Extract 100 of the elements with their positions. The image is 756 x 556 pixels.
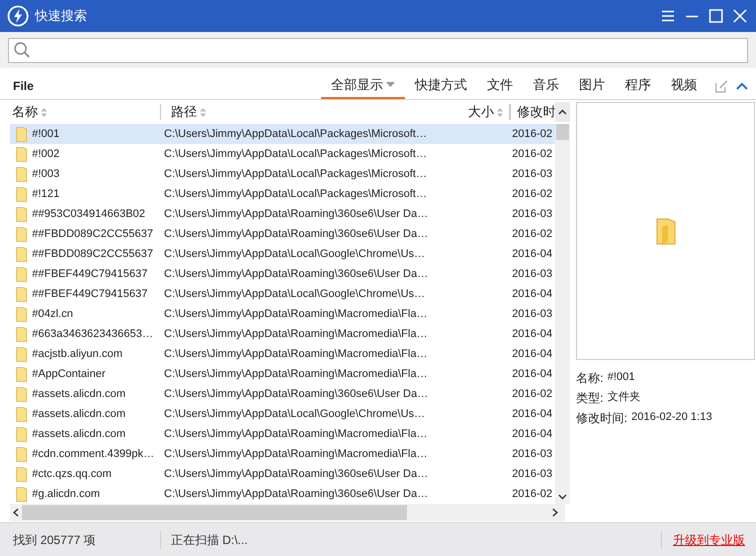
file-row[interactable]: #663a3463623436653… C:\Users\Jimmy\AppData\Roaming\Macromedia\Fla… 2016-04 [10,324,555,344]
file-row[interactable]: #acjstb.aliyun.com C:\Users\Jimmy\AppData\Roaming\Macromedia\Fla… 2016-04 [10,344,555,364]
file-row[interactable]: #cdn.comment.4399pk… C:\Users\Jimmy\AppData\Roaming\Macromedia\Fla… 2016-03 [10,444,555,464]
file-name: #!001 [32,126,60,142]
modified-date: 2016-04 [512,288,552,300]
file-path: C:\Users\Jimmy\AppData\Local\Google\Chrome\Us… [164,288,426,300]
file-name: #ctc.qzs.qq.com [32,466,112,482]
file-path: C:\Users\Jimmy\AppData\Roaming\360se6\User Da… [164,388,428,400]
lightning-logo-icon [7,5,29,27]
filter-tab[interactable]: 视频 [661,73,707,99]
file-row[interactable]: #assets.alicdn.com C:\Users\Jimmy\AppData\Local\Google\Chrome\Us… 2016-04 [10,404,555,424]
close-icon[interactable] [733,9,747,23]
detail-value: 2016-02-20 1:13 [631,410,712,425]
file-path: C:\Users\Jimmy\AppData\Local\Google\Chrome\Us… [164,408,426,420]
file-name: ##FBDD089C2CC55637 [32,246,154,262]
file-row[interactable]: #!003 C:\Users\Jimmy\AppData\Local\Packages\Microsoft… 2016-03 [10,164,555,184]
file-path: C:\Users\Jimmy\AppData\Local\Packages\Microsoft… [164,128,427,140]
folder-icon [16,146,27,162]
collapse-icon[interactable] [736,82,748,90]
section-label: File [13,78,34,94]
filter-tab[interactable]: 图片 [569,73,615,99]
filter-tab[interactable]: 快捷方式 [405,73,477,99]
result-count: 找到 205777 项 [12,532,97,548]
file-path: C:\Users\Jimmy\AppData\Roaming\Macromedia\Fla… [164,448,428,460]
file-name: #!002 [32,146,60,162]
scroll-right-icon[interactable] [551,508,559,517]
file-name: #AppContainer [32,366,106,382]
scroll-down-icon[interactable] [558,494,567,500]
detail-value: #!001 [607,370,635,385]
file-row[interactable]: ##FBDD089C2CC55637 C:\Users\Jimmy\AppData\Local\Google\Chrome\Us… 2016-04 [10,244,555,264]
folder-icon [16,366,27,382]
file-name: #acjstb.aliyun.com [32,346,122,362]
scroll-left-icon[interactable] [12,508,20,517]
folder-icon [16,466,27,482]
file-row[interactable]: #04zl.cn C:\Users\Jimmy\AppData\Roaming\Macromedia\Fla… 2016-03 [10,304,555,324]
modified-date: 2016-04 [512,428,552,440]
file-row[interactable]: #assets.alicdn.com C:\Users\Jimmy\AppData\Roaming\360se6\User Da… 2016-02 [10,384,555,404]
folder-icon [16,186,27,202]
scroll-thumb[interactable] [22,505,407,520]
file-name: ##FBEF449C79415637 [32,286,148,302]
filter-tab[interactable]: 音乐 [523,73,569,99]
file-row[interactable]: ##FBEF449C79415637 C:\Users\Jimmy\AppData\Roaming\360se6\User Da… 2016-03 [10,264,555,284]
file-path: C:\Users\Jimmy\AppData\Roaming\360se6\User Da… [164,268,428,280]
menu-icon[interactable] [661,9,675,23]
file-row[interactable]: ##953C034914663B02 C:\Users\Jimmy\AppData\Roaming\360se6\User Da… 2016-03 [10,204,555,224]
file-row[interactable]: #ctc.qzs.qq.com C:\Users\Jimmy\AppData\Roaming\360se6\User Da… 2016-03 [10,464,555,484]
folder-icon [16,326,27,342]
window-title: 快速搜索 [35,7,87,26]
file-path: C:\Users\Jimmy\AppData\Local\Google\Chrome\Us… [164,248,426,260]
detail-label: 名称: [576,370,604,387]
file-name: #g.alicdn.com [32,486,100,502]
modified-date: 2016-02 [512,388,552,400]
modified-date: 2016-03 [512,268,552,280]
modified-date: 2016-03 [512,308,552,320]
filter-tab[interactable]: 全部显示 [321,73,405,99]
scan-status: 正在扫描 D:\... [170,532,249,548]
file-row[interactable]: ##FBEF449C79415637 C:\Users\Jimmy\AppData\Local\Google\Chrome\Us… 2016-04 [10,284,555,304]
maximize-icon[interactable] [709,9,723,23]
file-path: C:\Users\Jimmy\AppData\Local\Packages\Microsoft… [164,148,427,160]
file-name: #663a3463623436653… [32,326,154,342]
search-field[interactable] [8,38,748,62]
column-header[interactable]: 名称 [0,104,160,120]
column-header[interactable]: 路径 [160,104,430,120]
detail-value: 文件夹 [607,390,640,405]
file-row[interactable]: #g.alicdn.com C:\Users\Jimmy\AppData\Roaming\360se6\User Da… 2016-02 [10,484,555,504]
upgrade-link[interactable]: 升级到专业版 [662,530,756,548]
folder-icon [16,386,27,402]
file-name: #!003 [32,166,60,182]
filter-tab[interactable]: 程序 [615,73,661,99]
file-path: C:\Users\Jimmy\AppData\Roaming\Macromedia\Fla… [164,308,428,320]
file-row[interactable]: #!121 C:\Users\Jimmy\AppData\Local\Packages\Microsoft… 2016-02 [10,184,555,204]
modified-date: 2016-03 [512,448,552,460]
scroll-thumb[interactable] [556,124,569,140]
horizontal-scrollbar[interactable] [10,504,565,521]
file-row[interactable]: #!002 C:\Users\Jimmy\AppData\Local\Packages\Microsoft… 2016-02 [10,144,555,164]
file-row[interactable]: ##FBDD089C2CC55637 C:\Users\Jimmy\AppData\Roaming\360se6\User Da… 2016-02 [10,224,555,244]
modified-date: 2016-02 [512,128,552,140]
folder-icon [16,166,27,182]
file-path: C:\Users\Jimmy\AppData\Local\Packages\Microsoft… [164,188,427,200]
file-path: C:\Users\Jimmy\AppData\Roaming\360se6\User Da… [164,228,428,240]
file-row[interactable]: #!001 C:\Users\Jimmy\AppData\Local\Packages\Microsoft… 2016-02 [10,124,555,144]
file-row[interactable]: #AppContainer C:\Users\Jimmy\AppData\Roaming\Macromedia\Fla… 2016-04 [10,364,555,384]
file-path: C:\Users\Jimmy\AppData\Local\Packages\Microsoft… [164,168,427,180]
file-path: C:\Users\Jimmy\AppData\Roaming\Macromedia\Fla… [164,328,428,340]
search-icon [13,41,31,59]
modified-date: 2016-02 [512,148,552,160]
file-row[interactable]: #assets.alicdn.com C:\Users\Jimmy\AppData\Roaming\Macromedia\Fla… 2016-04 [10,424,555,444]
folder-icon [16,266,27,282]
file-path: C:\Users\Jimmy\AppData\Roaming\Macromedia\Fla… [164,428,428,440]
modified-date: 2016-04 [512,368,552,380]
folder-icon [16,346,27,362]
folder-icon [16,246,27,262]
vertical-scrollbar[interactable] [555,124,570,504]
scroll-up-icon[interactable] [558,109,567,115]
column-header[interactable]: 大小 [430,104,510,120]
file-name: #04zl.cn [32,306,73,322]
modified-date: 2016-03 [512,208,552,220]
filter-tab[interactable]: 文件 [477,73,523,99]
folder-icon [16,406,27,422]
folder-icon [16,286,27,302]
